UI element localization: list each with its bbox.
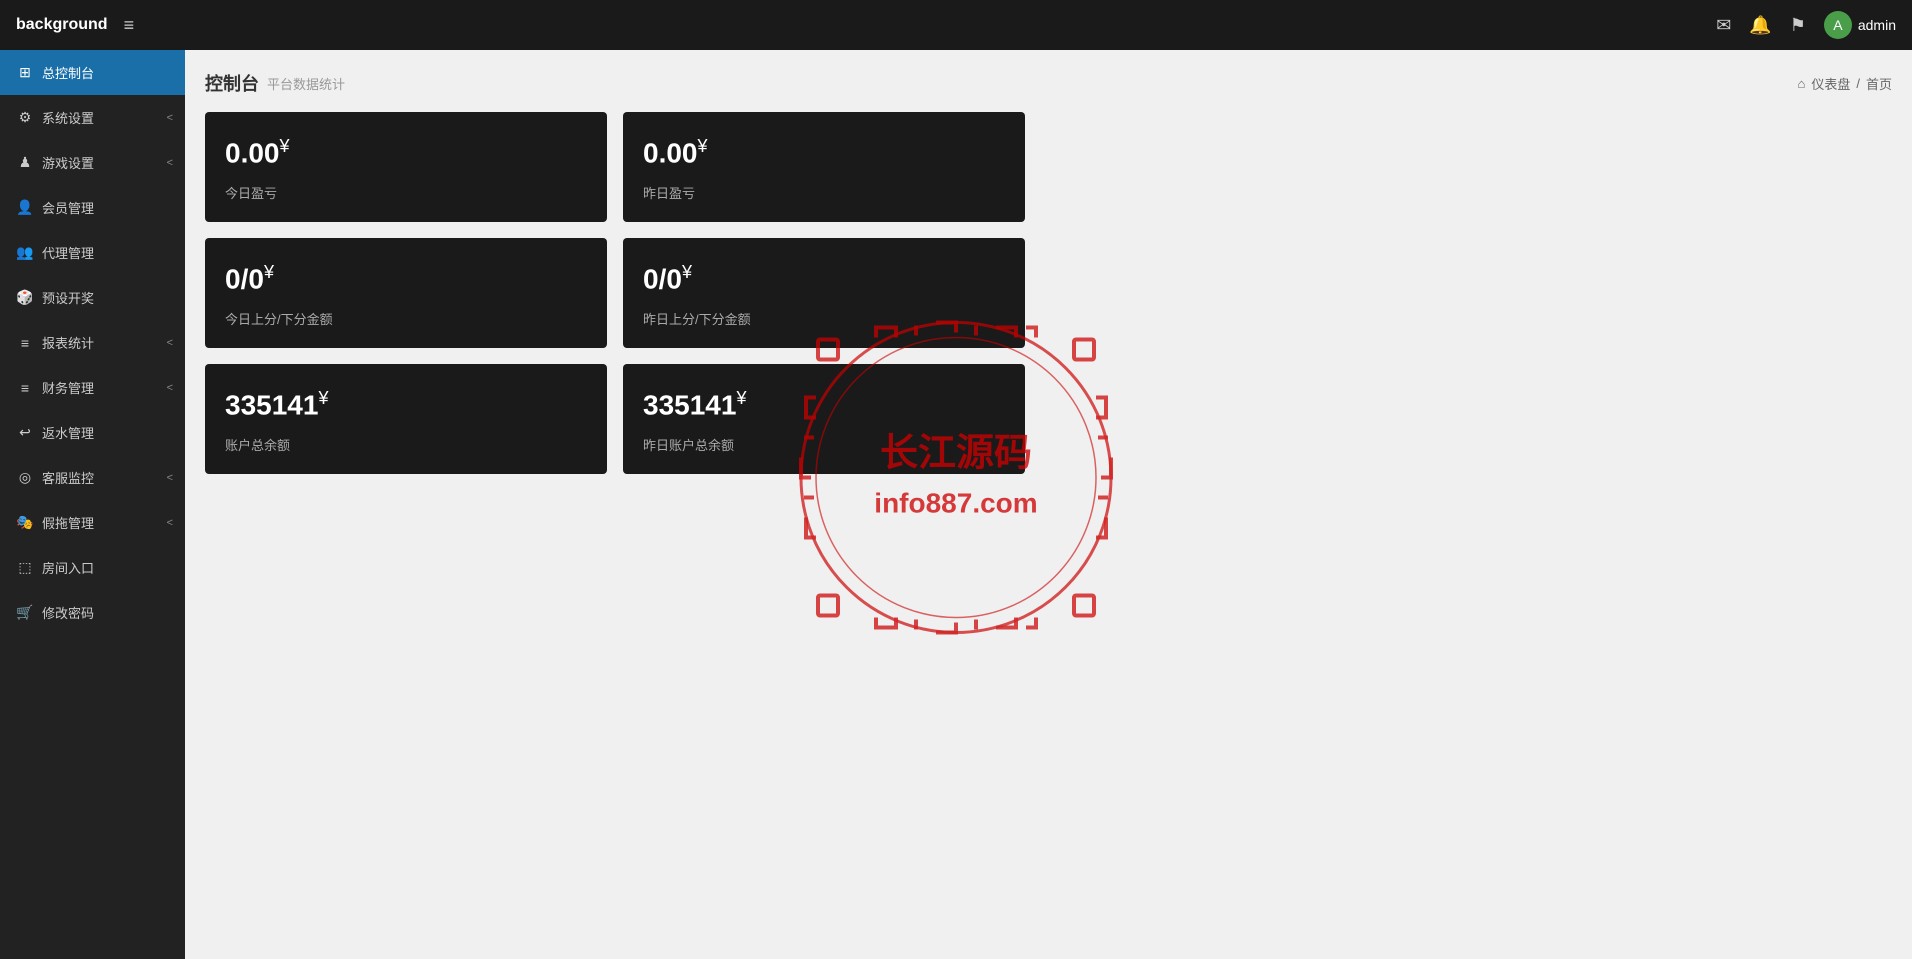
sidebar-label-agent: 代理管理 — [42, 243, 94, 262]
sidebar-item-member[interactable]: 👤 会员管理 — [0, 185, 185, 230]
sidebar-label-report: 报表统计 — [42, 333, 94, 352]
app-header: background ≡ ✉ 🔔 ⚑ A admin — [0, 0, 1912, 50]
main-content: 控制台 平台数据统计 ⌂ 仪表盘 / 首页 0.00¥ 今日盈亏 0.00¥ 昨… — [185, 50, 1912, 959]
sidebar-item-report[interactable]: ≡ 报表统计 < — [0, 320, 185, 365]
sidebar-icon-rebate: ↩ — [16, 424, 34, 441]
sidebar-item-game[interactable]: ♟ 游戏设置 < — [0, 140, 185, 185]
main-container: ⊞ 总控制台 ⚙ 系统设置 < ♟ 游戏设置 < 👤 会员管理 👥 代理管理 🎲… — [0, 50, 1912, 959]
sidebar-label-dashboard: 总控制台 — [42, 63, 94, 82]
sidebar-item-rebate[interactable]: ↩ 返水管理 — [0, 410, 185, 455]
sidebar-label-service: 客服监控 — [42, 468, 94, 487]
sidebar-label-member: 会员管理 — [42, 198, 94, 217]
stats-grid: 0.00¥ 今日盈亏 0.00¥ 昨日盈亏 0/0¥ 今日上分/下分金额 0/0… — [205, 112, 1025, 474]
user-menu[interactable]: A admin — [1824, 11, 1896, 39]
arrow-icon-game: < — [167, 157, 173, 169]
sidebar-item-system[interactable]: ⚙ 系统设置 < — [0, 95, 185, 140]
sidebar-item-agent[interactable]: 👥 代理管理 — [0, 230, 185, 275]
sidebar-item-finance[interactable]: ≡ 财务管理 < — [0, 365, 185, 410]
stat-label-yesterday-profit: 昨日盈亏 — [643, 183, 1005, 202]
stat-card-total-balance: 335141¥ 账户总余额 — [205, 364, 607, 474]
sidebar-icon-password: 🛒 — [16, 604, 34, 621]
stat-card-today-transfer: 0/0¥ 今日上分/下分金额 — [205, 238, 607, 348]
username-label: admin — [1858, 17, 1896, 33]
stat-value-total-balance: 335141¥ — [225, 388, 587, 421]
home-icon: ⌂ — [1797, 76, 1805, 91]
sidebar-item-password[interactable]: 🛒 修改密码 — [0, 590, 185, 635]
header-right: ✉ 🔔 ⚑ A admin — [1716, 11, 1896, 39]
stat-card-today-profit: 0.00¥ 今日盈亏 — [205, 112, 607, 222]
sidebar-icon-member: 👤 — [16, 199, 34, 216]
breadcrumb-current: 首页 — [1866, 74, 1892, 93]
mail-icon[interactable]: ✉ — [1716, 15, 1731, 36]
sidebar-icon-game: ♟ — [16, 154, 34, 171]
sidebar-label-room: 房间入口 — [42, 558, 94, 577]
sidebar-icon-report: ≡ — [16, 335, 34, 351]
arrow-icon-system: < — [167, 112, 173, 124]
breadcrumb-separator: / — [1856, 76, 1860, 91]
stat-card-yesterday-profit: 0.00¥ 昨日盈亏 — [623, 112, 1025, 222]
sidebar-icon-lottery: 🎲 — [16, 289, 34, 306]
sidebar-label-game: 游戏设置 — [42, 153, 94, 172]
stat-card-yesterday-balance: 335141¥ 昨日账户总余额 — [623, 364, 1025, 474]
sidebar-item-lottery[interactable]: 🎲 预设开奖 — [0, 275, 185, 320]
stat-value-yesterday-profit: 0.00¥ — [643, 136, 1005, 169]
page-title: 控制台 — [205, 70, 259, 96]
stat-label-total-balance: 账户总余额 — [225, 435, 587, 454]
sidebar-label-rebate: 返水管理 — [42, 423, 94, 442]
breadcrumb-bar: 控制台 平台数据统计 ⌂ 仪表盘 / 首页 — [205, 70, 1892, 96]
sidebar-icon-agent: 👥 — [16, 244, 34, 261]
app-logo: background — [16, 16, 108, 34]
sidebar: ⊞ 总控制台 ⚙ 系统设置 < ♟ 游戏设置 < 👤 会员管理 👥 代理管理 🎲… — [0, 50, 185, 959]
arrow-icon-fake: < — [167, 517, 173, 529]
stat-value-today-profit: 0.00¥ — [225, 136, 587, 169]
stat-card-yesterday-transfer: 0/0¥ 昨日上分/下分金额 — [623, 238, 1025, 348]
bell-icon[interactable]: 🔔 — [1749, 15, 1771, 36]
flag-icon[interactable]: ⚑ — [1790, 15, 1806, 36]
sidebar-icon-service: ◎ — [16, 469, 34, 486]
stat-label-today-profit: 今日盈亏 — [225, 183, 587, 202]
stat-value-yesterday-balance: 335141¥ — [643, 388, 1005, 421]
breadcrumb-home-label[interactable]: 仪表盘 — [1811, 74, 1850, 93]
arrow-icon-finance: < — [167, 382, 173, 394]
sidebar-icon-dashboard: ⊞ — [16, 64, 34, 81]
sidebar-icon-fake: 🎭 — [16, 514, 34, 531]
stat-value-today-transfer: 0/0¥ — [225, 262, 587, 295]
arrow-icon-report: < — [167, 337, 173, 349]
stat-value-yesterday-transfer: 0/0¥ — [643, 262, 1005, 295]
stat-label-today-transfer: 今日上分/下分金额 — [225, 309, 587, 328]
sidebar-item-room[interactable]: ⬚ 房间入口 — [0, 545, 185, 590]
avatar: A — [1824, 11, 1852, 39]
stat-label-yesterday-transfer: 昨日上分/下分金额 — [643, 309, 1005, 328]
sidebar-label-finance: 财务管理 — [42, 378, 94, 397]
sidebar-icon-finance: ≡ — [16, 380, 34, 396]
sidebar-icon-system: ⚙ — [16, 109, 34, 126]
sidebar-item-fake[interactable]: 🎭 假拖管理 < — [0, 500, 185, 545]
stat-label-yesterday-balance: 昨日账户总余额 — [643, 435, 1005, 454]
sidebar-item-dashboard[interactable]: ⊞ 总控制台 — [0, 50, 185, 95]
menu-toggle-icon[interactable]: ≡ — [124, 15, 135, 36]
header-left: background ≡ — [16, 15, 134, 36]
arrow-icon-service: < — [167, 472, 173, 484]
sidebar-label-system: 系统设置 — [42, 108, 94, 127]
page-subtitle: 平台数据统计 — [267, 74, 345, 93]
sidebar-icon-room: ⬚ — [16, 559, 34, 576]
sidebar-label-lottery: 预设开奖 — [42, 288, 94, 307]
breadcrumb-left: 控制台 平台数据统计 — [205, 70, 345, 96]
sidebar-item-service[interactable]: ◎ 客服监控 < — [0, 455, 185, 500]
breadcrumb-right: ⌂ 仪表盘 / 首页 — [1797, 74, 1892, 93]
sidebar-label-password: 修改密码 — [42, 603, 94, 622]
sidebar-label-fake: 假拖管理 — [42, 513, 94, 532]
